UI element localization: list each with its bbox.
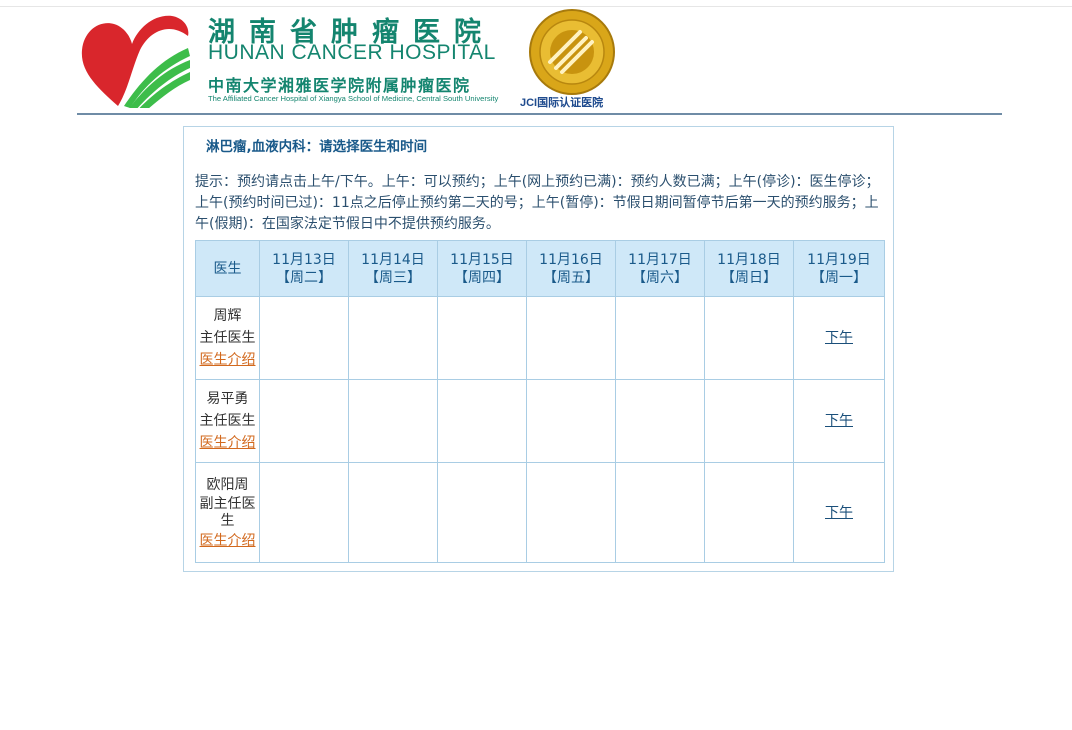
afternoon-slot-link[interactable]: 下午 xyxy=(825,413,853,429)
day-header: 11月16日 【周五】 xyxy=(526,240,616,297)
slot-cell xyxy=(615,462,705,563)
slot-cell xyxy=(259,379,349,463)
top-divider xyxy=(0,6,1072,7)
day-weekday: 【周五】 xyxy=(543,269,599,286)
schedule-table: 医生 11月13日 【周二】 11月14日 【周三】 11月15日 【周四】 11月1… xyxy=(195,240,885,563)
day-header: 11月18日 【周日】 xyxy=(704,240,794,297)
day-weekday: 【周二】 xyxy=(276,269,332,286)
table-row: 欧阳周 副主任医生 医生介绍 下午 xyxy=(195,462,885,563)
slot-cell xyxy=(348,462,438,563)
slot-cell xyxy=(704,462,794,563)
doctor-cell: 周辉 主任医生 医生介绍 xyxy=(195,296,260,380)
jci-seal-icon xyxy=(529,9,615,95)
day-date: 11月16日 xyxy=(539,251,603,268)
booking-notice: 提示：预约请点击上午/下午。上午：可以预约；上午(网上预约已满)：预约人数已满；… xyxy=(195,174,880,232)
doctor-column-header: 医生 xyxy=(195,240,260,297)
day-header: 11月14日 【周三】 xyxy=(348,240,438,297)
appointment-panel: 淋巴瘤,血液内科：请选择医生和时间 提示：预约请点击上午/下午。上午：可以预约；… xyxy=(183,126,894,572)
doctor-name: 欧阳周 xyxy=(206,476,249,493)
doctor-cell: 易平勇 主任医生 医生介绍 xyxy=(195,379,260,463)
slot-cell xyxy=(437,462,527,563)
slot-cell: 下午 xyxy=(793,296,885,380)
afternoon-slot-link[interactable]: 下午 xyxy=(825,330,853,346)
site-header: 湖南省肿瘤医院 HUNAN CANCER HOSPITAL 中南大学湘雅医学院附… xyxy=(78,8,1002,114)
hospital-heart-logo xyxy=(81,15,190,108)
doctor-intro-link[interactable]: 医生介绍 xyxy=(196,530,259,552)
slot-cell xyxy=(615,379,705,463)
affiliation-en: The Affiliated Cancer Hospital of Xiangy… xyxy=(208,94,499,103)
afternoon-slot-link[interactable]: 下午 xyxy=(825,505,853,521)
day-date: 11月17日 xyxy=(628,251,692,268)
affiliation-cn: 中南大学湘雅医学院附属肿瘤医院 xyxy=(208,76,471,95)
day-weekday: 【周三】 xyxy=(365,269,421,286)
doctor-name: 周辉 xyxy=(213,308,242,324)
slot-cell xyxy=(437,379,527,463)
day-date: 11月14日 xyxy=(361,251,425,268)
slot-cell xyxy=(526,462,616,563)
doctor-title: 主任医生 xyxy=(199,330,256,346)
day-header: 11月19日 【周一】 xyxy=(793,240,885,297)
day-date: 11月13日 xyxy=(272,251,336,268)
slot-cell xyxy=(437,296,527,380)
slot-cell xyxy=(259,462,349,563)
doctor-cell: 欧阳周 副主任医生 医生介绍 xyxy=(195,462,260,563)
header-divider xyxy=(77,113,1002,115)
day-header: 11月15日 【周四】 xyxy=(437,240,527,297)
slot-cell xyxy=(704,379,794,463)
slot-cell xyxy=(704,296,794,380)
table-row: 周辉 主任医生 医生介绍 下午 xyxy=(195,296,885,380)
table-row: 易平勇 主任医生 医生介绍 下午 xyxy=(195,379,885,463)
day-weekday: 【周一】 xyxy=(811,269,867,286)
panel-title: 淋巴瘤,血液内科：请选择医生和时间 xyxy=(206,139,428,155)
day-date: 11月18日 xyxy=(717,251,781,268)
day-date: 11月19日 xyxy=(807,251,871,268)
doctor-name: 易平勇 xyxy=(206,391,249,407)
day-weekday: 【周日】 xyxy=(721,269,777,286)
doctor-title: 副主任医生 xyxy=(199,495,256,529)
day-weekday: 【周六】 xyxy=(632,269,688,286)
day-weekday: 【周四】 xyxy=(454,269,510,286)
schedule-header-row: 医生 11月13日 【周二】 11月14日 【周三】 11月15日 【周四】 11月1… xyxy=(195,240,885,297)
seal-caption: JCI国际认证医院 xyxy=(520,97,604,109)
slot-cell: 下午 xyxy=(793,379,885,463)
doctor-intro-link[interactable]: 医生介绍 xyxy=(196,432,259,454)
slot-cell xyxy=(526,379,616,463)
doctor-title: 主任医生 xyxy=(199,413,256,429)
slot-cell: 下午 xyxy=(793,462,885,563)
slot-cell xyxy=(259,296,349,380)
slot-cell xyxy=(348,379,438,463)
day-header: 11月13日 【周二】 xyxy=(259,240,349,297)
hospital-name-en: HUNAN CANCER HOSPITAL xyxy=(208,41,496,64)
slot-cell xyxy=(526,296,616,380)
slot-cell xyxy=(615,296,705,380)
day-header: 11月17日 【周六】 xyxy=(615,240,705,297)
slot-cell xyxy=(348,296,438,380)
day-date: 11月15日 xyxy=(450,251,514,268)
doctor-intro-link[interactable]: 医生介绍 xyxy=(196,349,259,371)
